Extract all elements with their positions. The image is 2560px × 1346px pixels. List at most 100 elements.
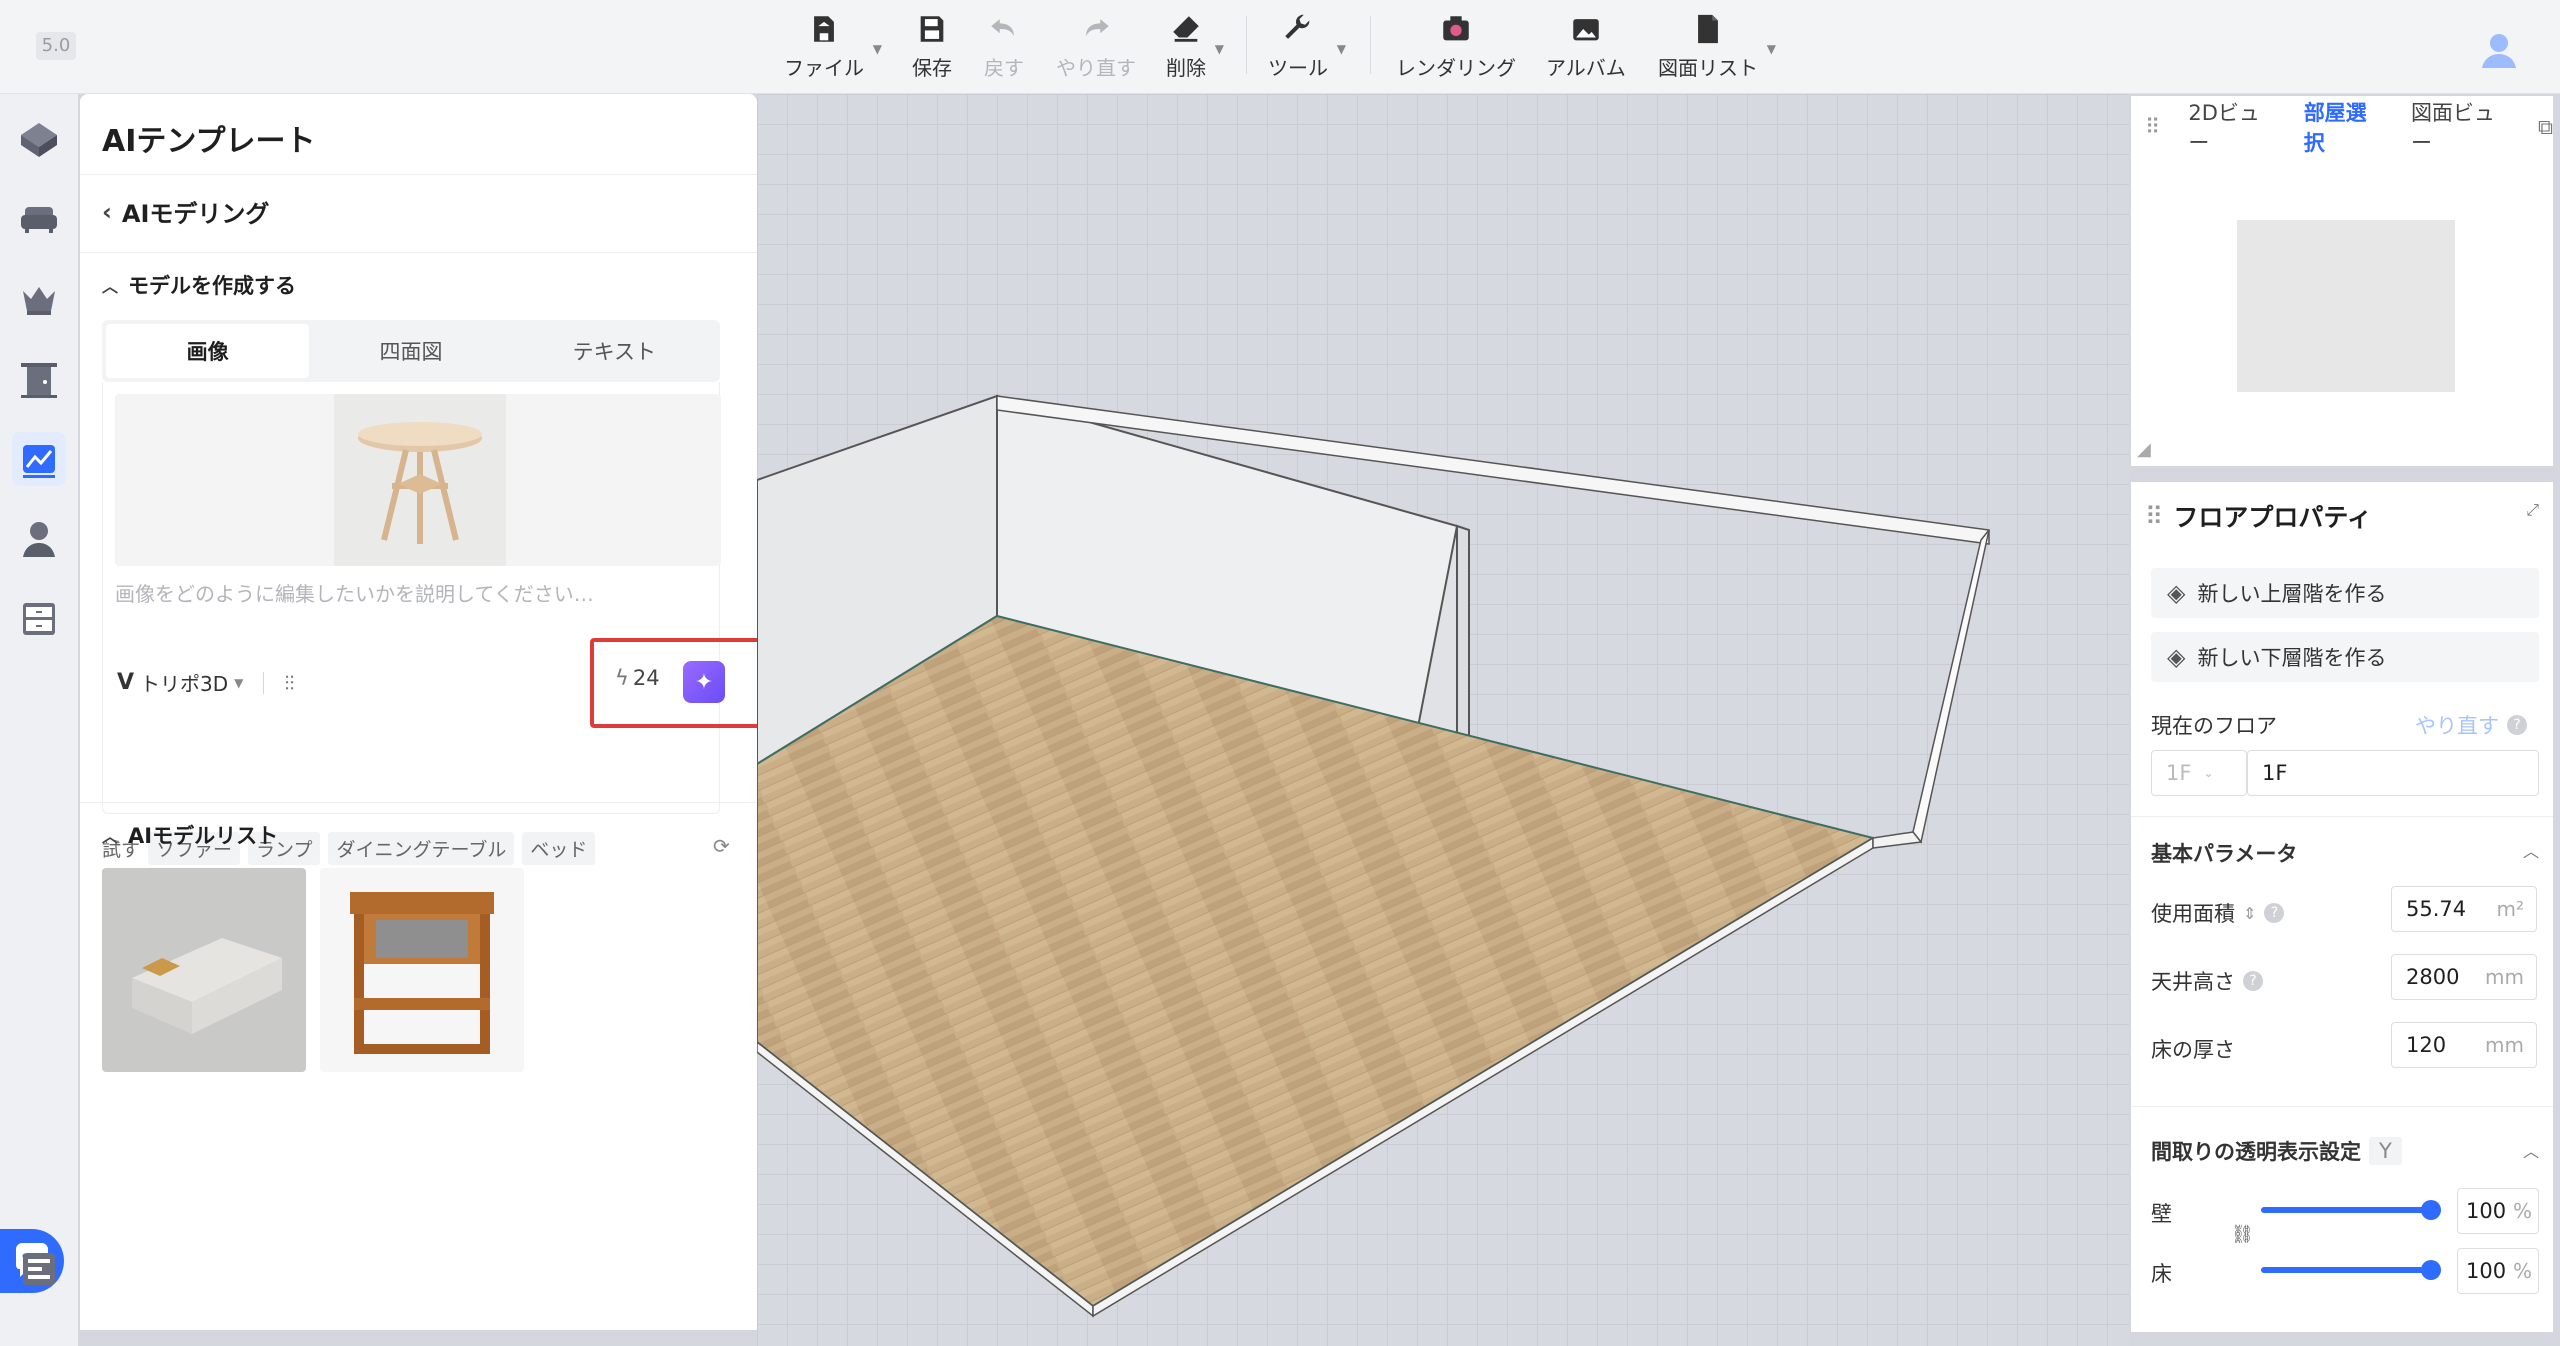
nightstand-model-thumbnail [320,868,524,1072]
rail-item-structure[interactable] [12,112,66,166]
wall-opacity-input[interactable]: 100 % [2457,1188,2539,1234]
area-value: 55.74 [2406,897,2467,921]
ai-chart-icon [23,445,55,478]
rail-item-premium[interactable] [12,272,66,326]
floor-select-value: 1F [2166,761,2192,785]
ceiling-height-input[interactable]: 2800 mm [2391,954,2537,1000]
drawing-list-button[interactable]: 図面リスト ▼ [1658,12,1776,82]
highlight-box [590,638,762,728]
suggestion-chip[interactable]: ベッド [522,832,596,865]
version-badge: 5.0 [36,32,76,60]
drag-handle-icon[interactable]: ⠿ [2145,115,2160,139]
percent-unit: % [2512,1199,2532,1223]
ai-model-list-toggle[interactable]: ︿ AIモデルリスト [102,820,278,850]
user-avatar-icon[interactable] [2476,26,2522,72]
album-label: アルバム [1546,56,1626,80]
chevron-up-icon: ︿ [102,827,119,846]
tools-menu-button[interactable]: ツール ▼ [1268,12,1346,82]
link-icon[interactable]: ⛓ [2231,1224,2254,1245]
crown-icon [23,287,55,315]
chevron-up-icon[interactable]: ︿ [2523,838,2539,862]
render-button[interactable]: レンダリング [1396,12,1516,82]
toolbar-divider [1246,16,1247,74]
rail-item-account[interactable] [12,512,66,566]
floor-properties-panel: ⠿ フロアプロパティ ⤢ ◈ 新しい上層階を作る ◈ 新しい下層階を作る 現在の… [2131,482,2553,1332]
settings-sliders-icon[interactable]: ⫶⫶ [284,671,294,695]
chevron-down-icon: ▼ [1214,42,1224,56]
home-file-icon [814,16,834,42]
engine-label: トリポ3D [140,672,229,696]
model-card-nightstand[interactable] [320,868,524,1072]
resize-handle-icon[interactable]: ◢ [2137,439,2151,460]
back-to-ai-modeling[interactable]: ‹ AIモデリング [102,194,269,229]
new-upper-floor-button[interactable]: ◈ 新しい上層階を作る [2151,568,2539,618]
prompt-input[interactable]: 画像をどのように編集したいかを説明してください… [115,578,594,607]
chevron-up-icon[interactable]: ︿ [2523,1138,2539,1162]
redo-button[interactable]: やり直す [1056,12,1136,82]
tools-label: ツール [1268,56,1328,80]
divider [80,174,757,175]
suggestion-chip[interactable]: ダイニングテーブル [328,832,515,865]
tab-four-views[interactable]: 四面図 [309,324,512,378]
chevron-down-icon: ▼ [1766,42,1776,56]
transparency-header: 間取りの透明表示設定 Y [2151,1136,2402,1166]
3d-viewport[interactable]: 1F ▼ 2D ▼ 3D ▼ − 100 % + [757,94,2129,1346]
expand-icon[interactable]: ⧉ [2538,115,2553,140]
floor-thickness-input[interactable]: 120 mm [2391,1022,2537,1068]
tab-2d-view[interactable]: 2Dビュー [2188,97,2275,157]
create-model-section-toggle[interactable]: ︿ モデルを作成する [102,270,296,300]
wall-slider-track[interactable] [2261,1200,2441,1220]
redo-floor-button[interactable]: やり直す ? [2415,710,2527,740]
rail-item-ai[interactable] [12,432,66,486]
rail-item-layers[interactable] [12,1242,66,1296]
model-card-sofa[interactable] [102,868,306,1072]
album-button[interactable]: アルバム [1546,12,1626,82]
tab-room-select[interactable]: 部屋選択 [2304,97,2383,157]
ceiling-label-row: 天井高さ ? [2151,966,2263,996]
area-input[interactable]: 55.74 m² [2391,886,2537,932]
delete-button[interactable]: 削除 ▼ [1166,12,1224,82]
tab-drawing-view[interactable]: 図面ビュー [2411,97,2510,157]
tab-text[interactable]: テキスト [513,324,716,378]
floor-slider-track[interactable] [2261,1260,2441,1280]
expand-icon[interactable]: ⤢ [2526,500,2539,520]
rail-item-cabinet[interactable] [12,592,66,646]
sort-icon: ⇕ [2243,903,2257,923]
save-button[interactable]: 保存 [912,12,952,82]
rail-item-furniture[interactable] [12,192,66,246]
help-icon: ? [2507,715,2527,735]
floor-slider-fill [2261,1267,2431,1273]
file-label: ファイル [784,56,864,80]
shortcut-key: Y [2369,1137,2402,1165]
wall-slider-knob[interactable] [2421,1200,2441,1220]
percent-unit: % [2512,1259,2532,1283]
new-lower-floor-button[interactable]: ◈ 新しい下層階を作る [2151,632,2539,682]
sofa-model-thumbnail [102,868,306,1072]
ceiling-value: 2800 [2406,965,2460,989]
uploaded-table-image [334,394,506,566]
refresh-icon[interactable]: ⟳ [713,834,730,858]
image-upload-area[interactable] [115,394,721,566]
round-table-picture [358,422,482,544]
floor-opacity-label: 床 [2151,1262,2172,1286]
floor-slider-knob[interactable] [2421,1260,2441,1280]
file-menu-button[interactable]: ファイル ▼ [784,12,882,82]
floor-name-input[interactable]: 1F [2247,750,2539,796]
create-model-label: モデルを作成する [128,274,297,298]
house-3d-icon [21,123,57,157]
tab-image[interactable]: 画像 [106,324,310,378]
drag-handle-icon[interactable]: ⠿ [2145,502,2163,531]
floor-opacity-input[interactable]: 100 % [2457,1248,2539,1294]
rail-item-doors[interactable] [12,352,66,406]
ai-model-list-label: AIモデルリスト [128,824,279,848]
redo-icon [1086,19,1109,37]
layers-add-icon: ◈ [2167,643,2186,671]
door-icon [21,363,57,398]
mini-map[interactable] [2237,220,2455,392]
basic-params-header: 基本パラメータ [2151,842,2298,866]
undo-button[interactable]: 戻す [984,12,1024,82]
help-icon: ? [2243,971,2263,991]
engine-selector[interactable]: V トリポ3D ▼ ⫶⫶ [117,668,294,697]
room-3d-scene [757,394,1990,1318]
floor-select[interactable]: 1F ⌄ [2151,750,2247,796]
